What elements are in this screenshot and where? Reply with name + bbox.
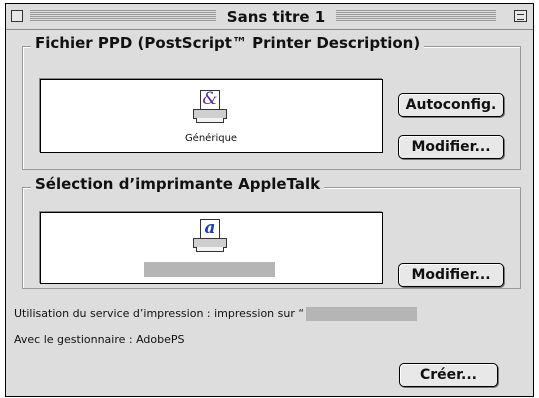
appletalk-printer-group: Sélection d’imprimante AppleTalk a Modif… xyxy=(22,175,521,289)
ampersand-printer-icon: & xyxy=(193,89,227,126)
title-bar[interactable]: Sans titre 1 xyxy=(6,4,533,30)
appletalk-selection-box[interactable]: a xyxy=(40,212,383,284)
title-bar-stripes-left xyxy=(30,10,216,22)
desktop-printer-window: Sans titre 1 Fichier PPD (PostScript™ Pr… xyxy=(5,3,534,397)
ppd-selection-box[interactable]: & Générique xyxy=(40,79,383,153)
close-box[interactable] xyxy=(11,10,23,22)
driver-manager-line: Avec le gestionnaire : AdobePS xyxy=(14,333,185,346)
modify-ppd-button[interactable]: Modifier... xyxy=(398,135,504,159)
appletalk-printer-icon: a xyxy=(193,218,227,255)
modify-printer-button[interactable]: Modifier... xyxy=(398,263,504,287)
redacted-printer-target xyxy=(306,307,418,321)
appletalk-group-legend: Sélection d’imprimante AppleTalk xyxy=(31,175,325,193)
autoconfig-button[interactable]: Autoconfig. xyxy=(398,93,504,117)
ppd-name-label: Générique xyxy=(184,133,238,144)
print-service-line: Utilisation du service d’impression : im… xyxy=(14,307,418,321)
window-title: Sans titre 1 xyxy=(226,8,326,26)
ppd-file-group: Fichier PPD (PostScript™ Printer Descrip… xyxy=(22,34,521,170)
title-bar-stripes-right xyxy=(336,10,496,22)
create-button[interactable]: Créer... xyxy=(399,363,498,387)
ppd-group-legend: Fichier PPD (PostScript™ Printer Descrip… xyxy=(31,34,425,52)
print-service-prefix: Utilisation du service d’impression : im… xyxy=(14,307,305,320)
redacted-printer-name xyxy=(144,262,275,277)
zoom-box[interactable] xyxy=(514,10,527,22)
